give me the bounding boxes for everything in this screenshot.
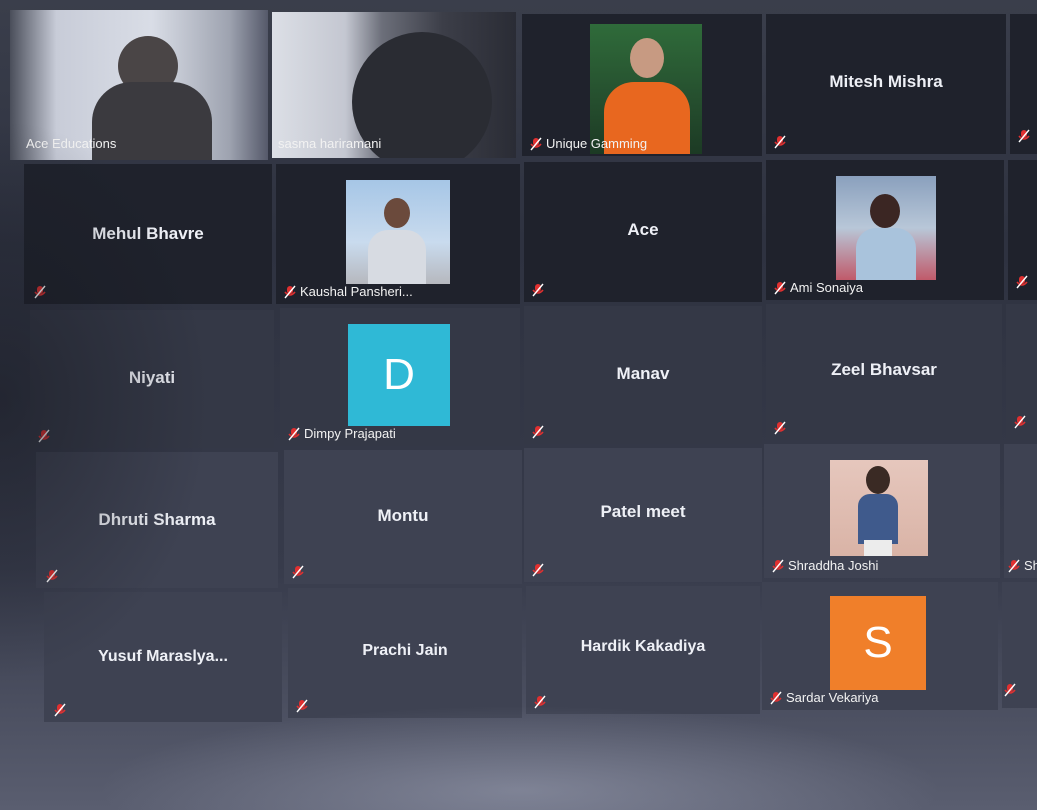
mic-muted-icon — [1008, 559, 1020, 573]
participant-tile-ace-educations[interactable]: Ace Educations — [10, 10, 268, 160]
participant-tile-manav[interactable]: Manav — [524, 306, 762, 444]
participant-label — [772, 420, 790, 436]
participant-tile-partial-r4[interactable]: Sh — [1004, 444, 1037, 578]
participant-label: Ami Sonaiya — [772, 279, 867, 296]
participant-name: Sardar Vekariya — [786, 690, 879, 705]
mic-muted-icon — [770, 691, 782, 705]
participant-tile-mitesh-mishra[interactable]: Mitesh Mishra — [766, 14, 1006, 154]
participant-avatar: D — [348, 324, 450, 426]
mic-muted-icon — [1014, 415, 1026, 434]
mic-muted-icon — [54, 703, 66, 717]
participant-tile-dimpy-prajapati[interactable]: D Dimpy Prajapati — [280, 308, 520, 446]
participant-video — [830, 460, 928, 556]
mic-muted-icon — [530, 137, 542, 151]
participant-name: Dimpy Prajapati — [304, 426, 396, 441]
participant-label: Sardar Vekariya — [768, 689, 883, 706]
participant-tile-partial-r1[interactable] — [1010, 14, 1037, 154]
participant-label: Dimpy Prajapati — [286, 425, 400, 442]
participant-tile-ace[interactable]: Ace — [524, 162, 762, 302]
mic-muted-icon — [46, 569, 58, 583]
participant-name-center: Montu — [377, 506, 429, 525]
participant-name: Kaushal Pansheri... — [300, 284, 413, 299]
participant-video — [346, 180, 450, 284]
participant-label: sasma hariramani — [276, 135, 385, 152]
participant-name-center: Hardik Kakadiya — [580, 638, 706, 655]
mic-muted-icon — [284, 285, 296, 299]
participant-tile-hardik-kakadiya[interactable]: Hardik Kakadiya — [526, 586, 760, 714]
participant-tile-sardar-vekariya[interactable]: S Sardar Vekariya — [762, 582, 998, 710]
participant-label — [772, 134, 790, 150]
participant-label — [530, 424, 548, 440]
participant-label — [290, 564, 308, 580]
participant-label: Shraddha Joshi — [770, 557, 882, 574]
mic-muted-icon — [288, 427, 300, 441]
mic-muted-icon — [774, 135, 786, 149]
participant-name-center: Mehul Bhavre — [92, 224, 204, 243]
mic-muted-icon — [1018, 129, 1030, 148]
mic-muted-icon — [38, 429, 50, 443]
participant-tile-unique-gamming[interactable]: Unique Gamming — [522, 14, 762, 156]
participant-label — [44, 568, 62, 584]
participant-name-center: Mitesh Mishra — [829, 72, 943, 91]
participant-name: Ami Sonaiya — [790, 280, 863, 295]
participant-name-center: Prachi Jain — [362, 642, 448, 659]
participant-name-center: Manav — [616, 364, 670, 383]
participant-tile-mehul-bhavre[interactable]: Mehul Bhavre — [24, 164, 272, 304]
participant-name-center: Dhruti Sharma — [98, 510, 216, 529]
mic-muted-icon — [1016, 275, 1028, 294]
mic-muted-icon — [774, 281, 786, 295]
participant-name: Unique Gamming — [546, 136, 648, 151]
mic-muted-icon — [772, 559, 784, 573]
participant-avatar: S — [830, 596, 926, 690]
participant-label: Unique Gamming — [528, 135, 651, 152]
participant-label — [532, 694, 550, 710]
participant-name: sasma hariramani — [278, 136, 382, 151]
participant-tile-partial-r2[interactable] — [1008, 160, 1037, 300]
participant-name-center: Yusuf Maraslya... — [98, 648, 228, 665]
participant-grid: Ace Educations sasma hariramani Unique G… — [0, 0, 1037, 810]
mic-muted-icon — [1004, 683, 1016, 702]
mic-muted-icon — [532, 283, 544, 297]
mic-muted-icon — [34, 285, 46, 299]
participant-name-center: Zeel Bhavsar — [831, 360, 937, 379]
participant-label — [530, 562, 548, 578]
participant-label — [32, 284, 50, 300]
participant-tile-montu[interactable]: Montu — [284, 450, 522, 584]
participant-tile-partial-r5[interactable] — [1002, 582, 1037, 708]
participant-label — [36, 428, 54, 444]
participant-label: Kaushal Pansheri... — [282, 283, 417, 300]
participant-tile-dhruti-sharma[interactable]: Dhruti Sharma — [36, 452, 278, 588]
mic-muted-icon — [296, 699, 308, 713]
participant-label — [530, 282, 548, 298]
mic-muted-icon — [774, 421, 786, 435]
participant-name: Ace Educations — [26, 136, 117, 151]
participant-tile-yusuf-maraslya[interactable]: Yusuf Maraslya... — [44, 592, 282, 722]
participant-label — [294, 698, 312, 714]
participant-name-center: Ace — [627, 220, 659, 239]
participant-name-center: Patel meet — [600, 502, 686, 521]
participant-label: Sh — [1006, 557, 1037, 574]
participant-tile-shraddha-joshi[interactable]: Shraddha Joshi — [764, 444, 1000, 578]
participant-label — [52, 702, 70, 718]
mic-muted-icon — [532, 563, 544, 577]
mic-muted-icon — [532, 425, 544, 439]
participant-tile-kaushal-pansheri[interactable]: Kaushal Pansheri... — [276, 164, 520, 304]
participant-tile-prachi-jain[interactable]: Prachi Jain — [288, 588, 522, 718]
participant-label: Ace Educations — [24, 135, 120, 152]
participant-name: Sh — [1024, 558, 1037, 573]
participant-tile-ami-sonaiya[interactable]: Ami Sonaiya — [766, 160, 1004, 300]
participant-tile-niyati[interactable]: Niyati — [30, 310, 274, 448]
participant-name: Shraddha Joshi — [788, 558, 879, 573]
participant-name-center: Niyati — [128, 368, 176, 387]
participant-tile-patel-meet[interactable]: Patel meet — [524, 448, 762, 582]
mic-muted-icon — [534, 695, 546, 709]
mic-muted-icon — [292, 565, 304, 579]
participant-tile-zeel-bhavsar[interactable]: Zeel Bhavsar — [766, 304, 1002, 440]
participant-tile-partial-r3[interactable] — [1006, 304, 1037, 440]
zoom-gallery-view: Ace Educations sasma hariramani Unique G… — [0, 0, 1037, 810]
participant-video — [836, 176, 936, 280]
participant-tile-sasma-hariramani[interactable]: sasma hariramani — [272, 12, 516, 158]
